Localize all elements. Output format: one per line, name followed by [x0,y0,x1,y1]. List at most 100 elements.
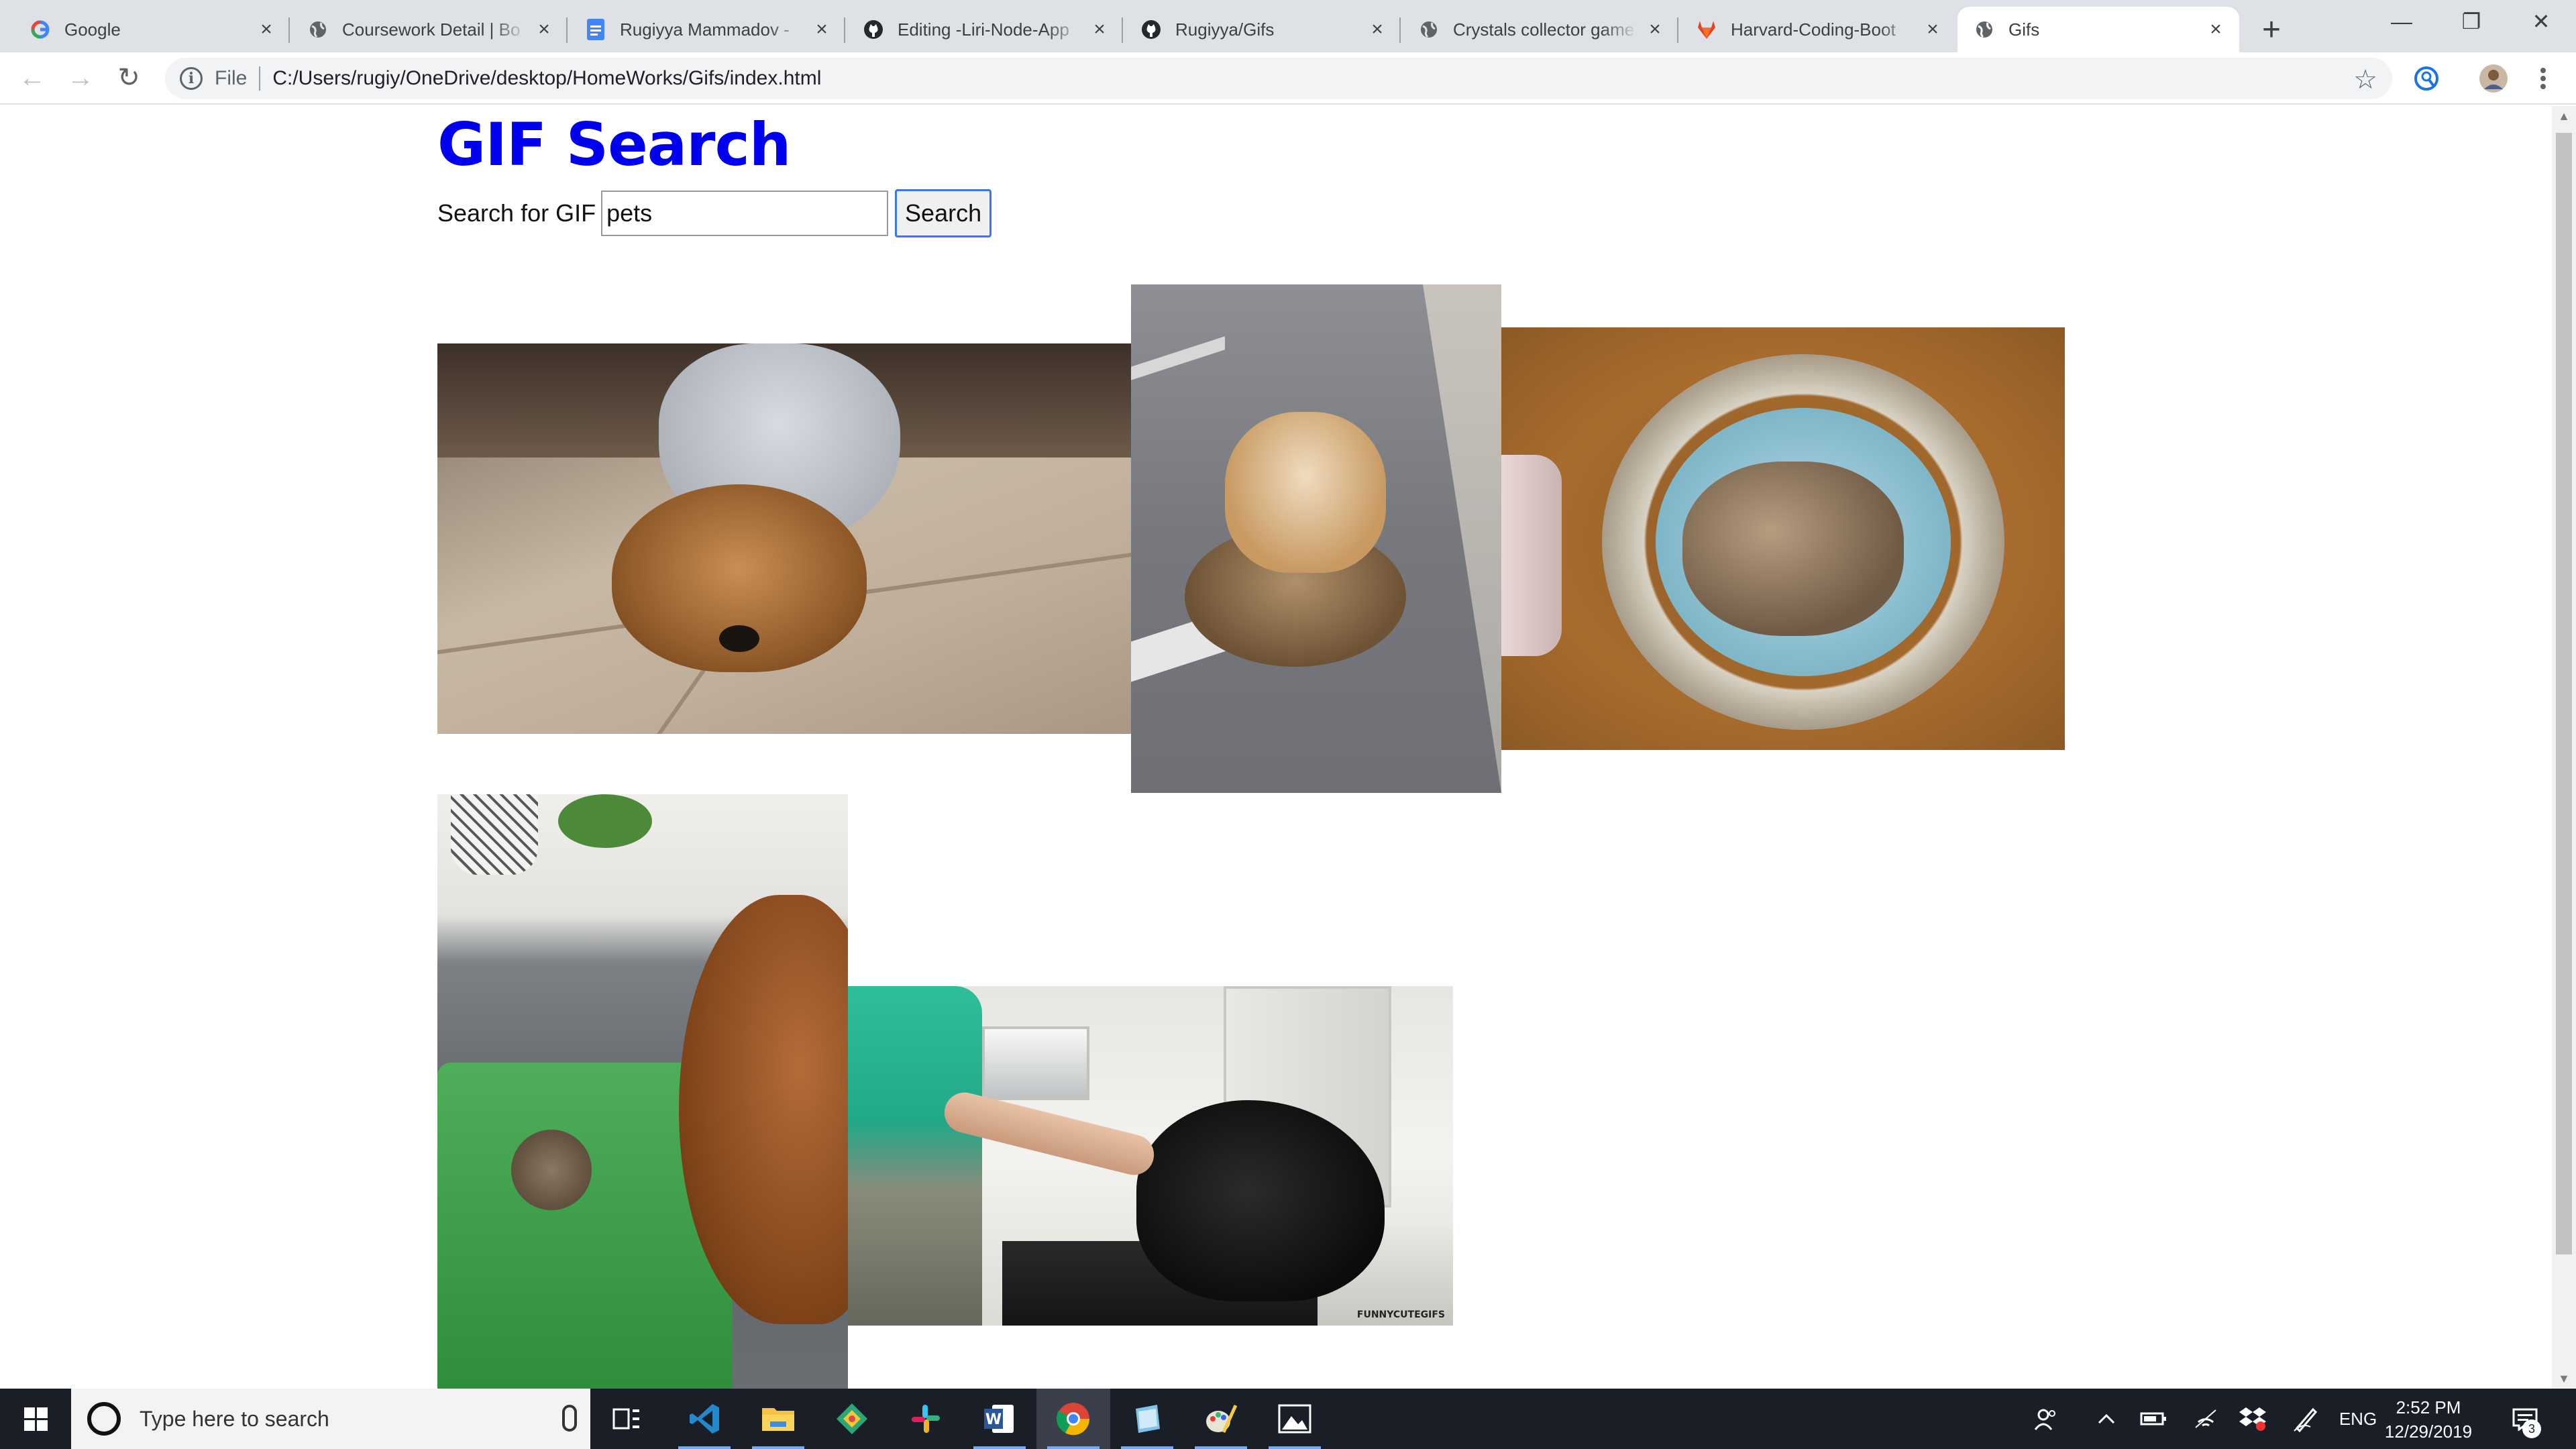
gif-shiba [1225,412,1386,573]
browser-toolbar: ← → ↻ i File C:/Users/rugiy/OneDrive/des… [0,52,2576,105]
tab-divider [1399,17,1401,43]
notes-icon [1136,1405,1160,1433]
chevron-up-icon[interactable] [2086,1389,2127,1449]
task-view-button[interactable] [590,1389,664,1449]
restore-button[interactable]: ❐ [2436,0,2506,43]
close-window-button[interactable]: ✕ [2506,0,2576,43]
tab-title: Gifs [2008,19,2040,40]
close-icon[interactable]: × [2206,18,2226,40]
close-icon[interactable]: × [1367,18,1387,40]
page-scrollbar[interactable]: ▲ ▼ [2552,106,2576,1389]
close-icon[interactable]: × [256,18,276,40]
tab-divider [844,17,845,43]
close-icon[interactable]: × [1923,18,1943,40]
close-icon[interactable]: × [534,18,554,40]
url-text[interactable]: C:/Users/rugiy/OneDrive/desktop/HomeWork… [272,67,821,90]
tab-title: Google [64,19,121,40]
scroll-thumb[interactable] [2556,133,2572,1254]
paint-icon [1206,1404,1238,1434]
info-icon[interactable]: i [180,67,203,90]
tab-title: Crystals collector game [1453,19,1635,40]
windows-logo-icon [23,1407,48,1431]
taskbar-search-placeholder: Type here to search [140,1406,329,1431]
battery-icon[interactable] [2133,1389,2174,1449]
tab-title: Harvard-Coding-Boot [1731,19,1896,40]
tab-crystals[interactable]: Crystals collector game × [1402,7,1678,52]
close-icon[interactable]: × [1645,18,1665,40]
gif-dog-nose [719,625,759,652]
back-button[interactable]: ← [15,60,50,95]
tab-rugiyya-gifs[interactable]: Rugiyya/Gifs × [1124,7,1401,52]
close-icon[interactable]: × [1089,18,1110,40]
kitten-basket-gif[interactable] [1501,327,2065,750]
gif-window [982,1026,1089,1100]
taskbar-file-explorer[interactable] [741,1389,815,1449]
microphone-icon[interactable] [562,1405,577,1432]
omnibox-divider [259,66,261,91]
taskbar-notes[interactable] [1110,1389,1184,1449]
minimize-button[interactable]: — [2367,0,2436,43]
windows-taskbar: Type here to search W ENG 2:52 PM 12/29/… [0,1389,2576,1449]
taskbar-search-box[interactable]: Type here to search [71,1389,590,1449]
people-icon[interactable] [2026,1389,2066,1449]
gif-plant [558,794,652,848]
new-tab-button[interactable]: + [2253,11,2290,48]
more-menu-icon[interactable] [2528,63,2559,94]
tab-editing-liri[interactable]: Editing -Liri-Node-App × [847,7,1123,52]
chrome-icon [1056,1403,1090,1436]
extension-icon[interactable] [2411,63,2442,94]
black-cat-gif[interactable]: FUNNYCUTEGIFS [848,986,1453,1326]
shiba-tortoise-gif[interactable] [1131,284,1501,793]
tab-title: Rugiyya/Gifs [1175,19,1275,40]
task-view-icon [612,1408,639,1430]
clock-date: 12/29/2019 [2384,1421,2473,1442]
folder-icon [762,1408,794,1431]
page-viewport: GIF Search Search for GIF Search [0,106,2576,1389]
taskbar-word[interactable]: W [963,1389,1036,1449]
profile-avatar[interactable] [2478,63,2509,94]
gif-wool [1501,455,1562,656]
globe-icon [307,19,329,40]
forward-button[interactable]: → [63,60,98,95]
address-bar[interactable]: i File C:/Users/rugiy/OneDrive/desktop/H… [165,58,2392,99]
tab-rugiyya-doc[interactable]: Rugiyya Mammadov - × [569,7,845,52]
reload-button[interactable]: ↻ [111,60,146,95]
language-indicator[interactable]: ENG [2334,1389,2381,1449]
dropbox-icon[interactable] [2233,1389,2273,1449]
gif-watermark: FUNNYCUTEGIFS [1356,1309,1445,1320]
tab-gifs[interactable]: Gifs × [1957,7,2239,52]
arrow-left-icon: ← [19,62,46,93]
gitkraken-icon [837,1403,867,1434]
wifi-icon[interactable] [2186,1389,2226,1449]
search-button[interactable]: Search [895,189,992,237]
word-icon: W [984,1405,1014,1433]
taskbar-vscode[interactable] [667,1389,741,1449]
tab-harvard[interactable]: Harvard-Coding-Boot × [1680,7,1956,52]
scroll-up-arrow-icon[interactable]: ▲ [2552,106,2576,126]
search-input[interactable] [601,191,889,236]
tab-divider [1677,17,1678,43]
close-icon[interactable]: × [812,18,832,40]
taskbar-slack[interactable] [889,1389,963,1449]
start-button[interactable] [0,1389,71,1449]
dog-kitten-bath-gif[interactable] [437,794,848,1389]
search-form: Search for GIF Search [437,189,992,237]
tab-divider [566,17,568,43]
slack-icon [912,1405,940,1433]
tab-coursework[interactable]: Coursework Detail | Bo × [291,7,568,52]
taskbar-photos[interactable] [1258,1389,1332,1449]
gif-vase [451,794,538,875]
star-icon[interactable]: ☆ [2353,64,2377,95]
tab-google[interactable]: Google × [13,7,290,52]
taskbar-chrome[interactable] [1036,1389,1110,1449]
scroll-down-arrow-icon[interactable]: ▼ [2552,1368,2576,1389]
tab-title: Editing -Liri-Node-App [898,19,1069,40]
search-label: Search for GIF [437,199,596,227]
taskbar-gitkraken[interactable] [815,1389,889,1449]
pomeranian-gif[interactable] [437,343,1131,734]
tab-title: Rugiyya Mammadov - [620,19,790,40]
taskbar-paint[interactable] [1184,1389,1258,1449]
github-icon [863,19,884,40]
pen-icon[interactable] [2286,1389,2326,1449]
taskbar-clock[interactable]: 2:52 PM 12/29/2019 [2381,1395,2475,1444]
